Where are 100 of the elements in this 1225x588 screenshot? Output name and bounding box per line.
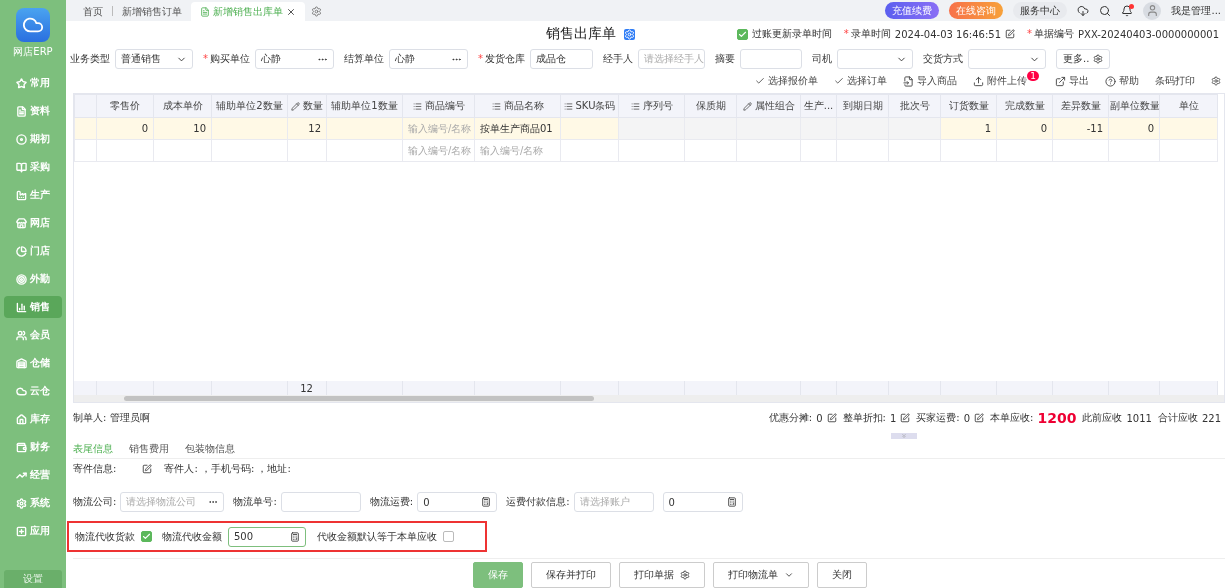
edit-icon[interactable] [142,464,153,474]
more-button[interactable]: 更多.. [1056,49,1111,69]
action-button[interactable]: 关闭 [817,562,867,588]
pencil-icon [291,101,300,111]
field-label: * 发货仓库 [478,52,525,66]
edit-icon[interactable] [974,413,985,423]
field-label: * 录单时间 [843,27,891,41]
select-field[interactable] [968,49,1046,69]
gear-icon [16,497,27,509]
app-name: 网店ERP [13,45,53,59]
column-header: 辅助单位2数量 [211,94,288,118]
settings-button[interactable]: 设置 [4,570,62,588]
field-label: 司机 [812,52,832,66]
pie-icon [16,245,27,257]
summary-label: 此前应收 [1082,411,1123,425]
toolbar-button[interactable]: 帮助 [1105,74,1139,88]
checkbox[interactable] [736,28,748,40]
plus-icon [16,525,27,537]
pencil-icon [742,101,752,111]
edit-icon[interactable] [900,413,911,423]
list-icon [491,101,501,111]
column-header: 数量 [287,94,327,118]
input-field[interactable]: 心静 [255,49,334,69]
select-field[interactable] [837,49,913,69]
column-header: 成本单价 [153,94,212,118]
header-button[interactable]: 在线咨询 [949,2,1004,19]
toolbar-button[interactable]: 选择订单 [834,74,888,88]
input-field[interactable]: 请选择账户 [573,492,654,512]
chevron-down-icon [784,570,794,580]
input-field[interactable] [740,49,802,69]
upload-icon [973,75,985,87]
action-button[interactable]: 打印单据 [619,562,705,588]
column-header: 属性组合 [736,94,801,118]
disc-icon [16,133,27,145]
book-icon [16,161,27,173]
search-icon[interactable] [1099,4,1112,17]
people-icon [16,329,27,341]
settings-icon[interactable] [1211,76,1221,86]
summary-label: 合计应收 [1157,411,1198,425]
page-title: 销售出库单 [546,25,616,43]
list-icon [630,101,640,111]
footer-tab[interactable]: 包装物信息 [185,441,235,456]
input-field[interactable]: 心静 [389,49,468,69]
header-button[interactable]: 服务中心 [1013,2,1068,19]
calculator-icon [726,497,737,507]
footer-tab[interactable]: 表尾信息 [73,441,113,456]
star-icon [16,77,27,89]
field-label: 物流公司: [73,495,117,509]
toolbar-button[interactable]: 附件上传 [973,74,1028,88]
input-field[interactable]: 请选择物流公司 [120,492,225,512]
calculator-icon [481,497,492,507]
edit-icon[interactable] [1005,29,1015,39]
field-label: 物流单号: [233,495,277,509]
bell-icon[interactable] [1121,4,1134,17]
house-icon [16,413,27,425]
field-label: 摘要 [715,52,735,66]
column-header: 差异数量 [1052,94,1109,118]
settings-icon[interactable] [311,6,322,17]
page-tab[interactable]: 首页 [74,2,112,21]
collapse-handle[interactable] [891,433,917,439]
footer-tab[interactable]: 销售费用 [129,441,169,456]
column-header: 完成数量 [996,94,1053,118]
toolbar-button[interactable]: 导出 [1055,74,1089,88]
input-field[interactable]: 0 [662,492,743,512]
input-field[interactable]: 0 [417,492,498,512]
cloud-download-icon[interactable] [1077,4,1090,17]
action-button[interactable]: 打印物流单 [713,562,809,588]
column-header: 零售价 [96,94,154,118]
store-icon [16,217,27,229]
input-field[interactable]: 500 [228,526,306,547]
field-label: 物流代收金额 [162,529,222,544]
record-time: 2024-04-03 16:46:51 [894,28,1001,40]
close-icon[interactable] [286,6,296,17]
toolbar-button[interactable]: 条码打印 [1155,74,1195,88]
select-field[interactable]: 普通销售 [115,49,193,69]
user-name[interactable]: 我是管理... [1171,3,1221,18]
column-header: 批次号 [888,94,941,118]
list-icon [412,101,422,111]
field-label: 经手人 [603,52,633,66]
toolbar-button[interactable]: 导入商品 [903,74,958,88]
input-field[interactable]: 请选择经手人 [638,49,705,69]
scrollbar[interactable] [74,395,1224,402]
field-label: 业务类型 [70,52,110,66]
input-field[interactable] [280,492,361,512]
checkbox[interactable] [443,531,454,542]
page-tab[interactable]: 新增销售订单 [113,2,191,21]
page-tab[interactable]: 新增销售出库单 [191,2,305,21]
avatar[interactable] [1143,1,1162,20]
app-logo [16,8,50,42]
action-button[interactable]: 保存并打印 [531,562,611,588]
checkbox-label: 代收金额默认等于本单应收 [317,529,437,544]
checkbox[interactable] [141,531,152,542]
header-button[interactable]: 充值续费 [885,2,940,19]
list-icon [563,101,573,111]
toolbar-button[interactable]: 选择报价单 [755,74,819,88]
maker-text: 制单人: 管理员啊 [73,411,150,425]
edit-icon[interactable] [826,413,837,423]
input-field[interactable]: 成品仓 [530,49,593,69]
wallet-icon [16,441,27,453]
sidebar-item[interactable]: 销售 [4,296,62,318]
